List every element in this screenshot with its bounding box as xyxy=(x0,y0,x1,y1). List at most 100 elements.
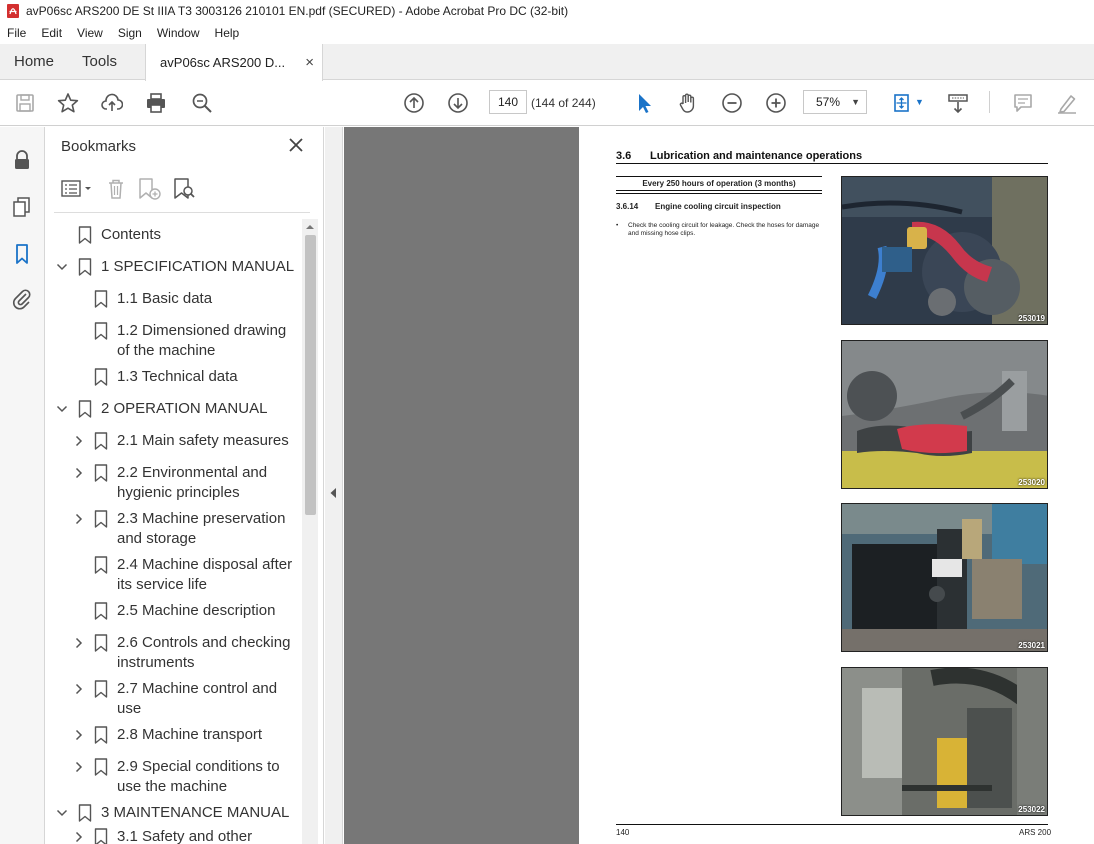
chevron-right-icon[interactable] xyxy=(73,683,85,695)
subsection-heading: 3.6.14 Engine cooling circuit inspection xyxy=(616,202,781,211)
chevron-right-icon[interactable] xyxy=(73,435,85,447)
search-zoom-icon[interactable] xyxy=(190,91,214,115)
page-count-label: (144 of 244) xyxy=(531,96,596,110)
close-icon[interactable] xyxy=(287,136,305,154)
scroll-mode-icon[interactable] xyxy=(946,91,970,115)
bookmark-label: 2.6 Controls and checking instruments xyxy=(117,634,291,671)
engine-photo-2: 253020 xyxy=(841,340,1048,489)
fit-page-icon[interactable] xyxy=(890,91,914,115)
expand-current-bookmark-icon[interactable] xyxy=(172,177,196,201)
bookmark-flag-icon xyxy=(94,828,108,844)
bookmark-label: 1.1 Basic data xyxy=(117,290,213,307)
bookmark-flag-icon xyxy=(94,602,108,620)
bookmark-flag-icon xyxy=(94,464,108,482)
instruction-bullet: • Check the cooling circuit for leakage.… xyxy=(616,222,826,238)
pages-thumbnail-icon[interactable] xyxy=(11,196,33,218)
document-viewport[interactable]: 3.6 Lubrication and maintenance operation… xyxy=(344,127,1094,844)
previous-page-icon[interactable] xyxy=(402,91,426,115)
tab-bar: Home Tools avP06sc ARS200 D... × xyxy=(0,44,1094,81)
subsection-number: 3.6.14 xyxy=(616,202,639,211)
bookmark-flag-icon xyxy=(94,556,108,574)
engine-photo-2-image xyxy=(842,341,1047,488)
attachment-paperclip-icon[interactable] xyxy=(11,288,33,310)
bookmark-options-icon[interactable] xyxy=(60,177,96,201)
page-number-input[interactable]: 140 xyxy=(489,90,527,114)
bookmark-flag-icon xyxy=(94,368,108,386)
menu-help[interactable]: Help xyxy=(208,26,248,40)
fit-page-dropdown-icon[interactable]: ▼ xyxy=(915,97,924,107)
tab-document-label: avP06sc ARS200 D... xyxy=(160,55,286,70)
chevron-right-icon[interactable] xyxy=(73,467,85,479)
bookmarks-scroll-thumb[interactable] xyxy=(305,235,316,515)
delete-bookmark-icon[interactable] xyxy=(104,177,128,201)
menu-view[interactable]: View xyxy=(70,26,111,40)
subsection-title: Engine cooling circuit inspection xyxy=(655,202,781,211)
bookmark-label: 2.8 Machine transport xyxy=(117,726,263,743)
next-page-icon[interactable] xyxy=(446,91,470,115)
save-icon[interactable] xyxy=(13,91,37,115)
bookmarks-tree: Contents 1 SPECIFICATION MANUAL 1.1 Basi… xyxy=(46,219,302,844)
tab-tools[interactable]: Tools xyxy=(68,44,131,79)
star-bookmark-icon[interactable] xyxy=(56,91,80,115)
tab-home[interactable]: Home xyxy=(0,44,68,79)
page-footer-number: 140 xyxy=(616,828,630,837)
menu-sign[interactable]: Sign xyxy=(111,26,150,40)
bookmark-panel-icon[interactable] xyxy=(11,243,33,265)
menu-file[interactable]: File xyxy=(0,26,34,40)
menu-window[interactable]: Window xyxy=(150,26,208,40)
pen-markup-icon[interactable] xyxy=(1055,91,1079,115)
panel-splitter[interactable] xyxy=(325,127,343,844)
bookmark-label: 3 MAINTENANCE MANUAL xyxy=(101,804,290,821)
section-title: Lubrication and maintenance operations xyxy=(650,150,863,162)
bookmark-label: 2.1 Main safety measures xyxy=(117,432,289,449)
engine-photo-4: 253022 xyxy=(841,667,1048,816)
menu-edit[interactable]: Edit xyxy=(34,26,70,40)
section-number: 3.6 xyxy=(616,150,632,162)
chevron-down-icon[interactable] xyxy=(56,807,68,819)
zoom-in-icon[interactable] xyxy=(764,91,788,115)
engine-photo-3: 253021 xyxy=(841,503,1048,652)
bookmarks-panel: Bookmarks Contents 1 SPECIFICATION MANUA… xyxy=(46,127,324,844)
bookmark-label: 1 SPECIFICATION MANUAL xyxy=(101,258,295,275)
chevron-right-icon[interactable] xyxy=(73,761,85,773)
bookmark-flag-icon xyxy=(78,400,92,418)
photo-2-caption: 253020 xyxy=(1018,478,1045,487)
chevron-right-icon[interactable] xyxy=(73,831,85,843)
chevron-right-icon[interactable] xyxy=(73,729,85,741)
bookmark-flag-icon xyxy=(94,726,108,744)
bookmarks-divider xyxy=(54,212,310,213)
photo-1-caption: 253019 xyxy=(1018,314,1045,323)
acrobat-app-icon xyxy=(7,4,19,18)
bookmark-flag-icon xyxy=(78,804,92,822)
chevron-down-icon[interactable] xyxy=(56,261,68,273)
scroll-up-arrow-icon[interactable] xyxy=(305,223,315,231)
select-cursor-icon[interactable] xyxy=(632,91,656,115)
section-rule xyxy=(616,163,1048,164)
bookmark-label: 2.3 Machine preservation and storage xyxy=(117,510,286,547)
bookmark-flag-icon xyxy=(94,758,108,776)
bookmark-flag-icon xyxy=(94,510,108,528)
cloud-upload-icon[interactable] xyxy=(100,91,124,115)
bookmark-label: 1.2 Dimensioned drawing of the machine xyxy=(117,322,287,359)
bookmark-label: 3.1 Safety and other xyxy=(117,828,253,844)
bookmark-label: 1.3 Technical data xyxy=(117,368,238,385)
new-bookmark-icon[interactable] xyxy=(136,177,164,201)
bookmark-flag-icon xyxy=(94,432,108,450)
chevron-right-icon[interactable] xyxy=(73,637,85,649)
collapse-panel-arrow-icon[interactable] xyxy=(329,487,337,499)
tab-close-icon[interactable]: × xyxy=(305,54,314,71)
bookmark-label: 2.2 Environmental and hygienic principle… xyxy=(117,464,268,501)
lock-icon[interactable] xyxy=(11,149,33,171)
print-icon[interactable] xyxy=(144,91,168,115)
pdf-page: 3.6 Lubrication and maintenance operation… xyxy=(579,127,1094,844)
tab-document[interactable]: avP06sc ARS200 D... × xyxy=(145,44,324,81)
zoom-out-icon[interactable] xyxy=(720,91,744,115)
chevron-right-icon[interactable] xyxy=(73,513,85,525)
engine-photo-1-image xyxy=(842,177,1047,324)
bookmarks-toolbar xyxy=(60,177,196,201)
bookmark-label: 2.4 Machine disposal after its service l… xyxy=(117,556,293,593)
comment-icon[interactable] xyxy=(1011,91,1035,115)
chevron-down-icon[interactable] xyxy=(56,403,68,415)
zoom-level-select[interactable]: 57% ▼ xyxy=(803,90,867,114)
hand-tool-icon[interactable] xyxy=(676,91,700,115)
